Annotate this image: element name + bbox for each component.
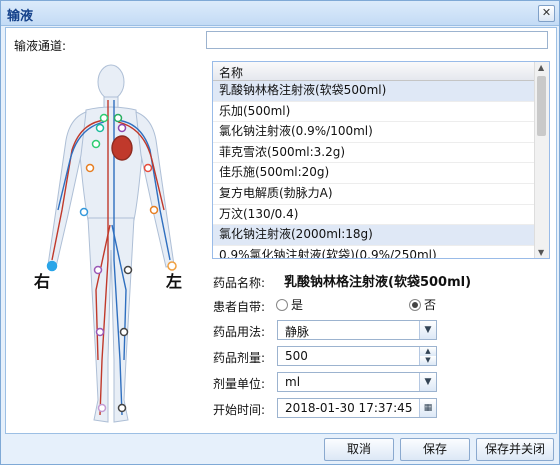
grid-scrollbar[interactable]: ▲ ▼ bbox=[534, 62, 549, 258]
right-side-label: 右 bbox=[34, 272, 51, 291]
unit-value: ml bbox=[285, 375, 301, 389]
title-bar[interactable]: 输液 ✕ bbox=[1, 1, 559, 26]
close-icon: ✕ bbox=[541, 6, 552, 19]
self-bring-yes-radio[interactable] bbox=[276, 299, 288, 311]
start-time-field[interactable]: 2018-01-30 17:37:45 ▦ bbox=[277, 398, 437, 418]
chevron-down-icon[interactable]: ▼ bbox=[419, 373, 436, 391]
drug-list-grid: 名称 乳酸钠林格注射液(软袋500ml) 乐加(500ml) 氯化钠注射液(0.… bbox=[212, 61, 550, 259]
spin-down-icon[interactable]: ▼ bbox=[419, 356, 436, 365]
table-row[interactable]: 菲克雪浓(500ml:3.2g) bbox=[213, 143, 535, 164]
calendar-icon[interactable]: ▦ bbox=[419, 399, 436, 417]
dose-label: 药品剂量: bbox=[213, 351, 266, 365]
infusion-channel-label: 输液通道: bbox=[14, 39, 67, 53]
body-diagram bbox=[46, 64, 177, 423]
table-row[interactable]: 万汶(130/0.4) bbox=[213, 205, 535, 226]
grid-header-name[interactable]: 名称 bbox=[213, 62, 535, 81]
spin-up-icon[interactable]: ▲ bbox=[419, 347, 436, 356]
chevron-down-icon[interactable]: ▼ bbox=[419, 321, 436, 339]
self-bring-yes-label: 是 bbox=[291, 298, 304, 312]
table-row[interactable]: 氯化钠注射液(0.9%/100ml) bbox=[213, 122, 535, 143]
save-button[interactable]: 保存 bbox=[400, 438, 470, 461]
table-row[interactable]: 佳乐施(500ml:20g) bbox=[213, 163, 535, 184]
scroll-thumb[interactable] bbox=[537, 76, 546, 136]
left-side-label: 左 bbox=[166, 272, 183, 291]
usage-select[interactable]: 静脉 ▼ bbox=[277, 320, 437, 340]
table-row[interactable]: 氯化钠注射液(2000ml:18g) bbox=[213, 225, 535, 246]
dialog-title: 输液 bbox=[7, 9, 34, 24]
body-silhouette bbox=[47, 64, 175, 423]
dose-stepper[interactable]: 500 ▲ ▼ bbox=[277, 346, 437, 366]
dialog-body: 输液通道: 右 左 名称 乳酸钠林格注射液(软袋500ml) 乐加(500ml)… bbox=[5, 27, 557, 434]
close-button[interactable]: ✕ bbox=[538, 5, 555, 22]
scroll-up-icon[interactable]: ▲ bbox=[538, 63, 544, 72]
usage-value: 静脉 bbox=[285, 325, 310, 339]
scroll-down-icon[interactable]: ▼ bbox=[538, 248, 544, 257]
save-and-close-button[interactable]: 保存并关闭 bbox=[476, 438, 554, 461]
self-bring-label: 患者自带: bbox=[213, 300, 266, 314]
self-bring-no-radio[interactable] bbox=[409, 299, 421, 311]
start-time-value: 2018-01-30 17:37:45 bbox=[285, 401, 413, 415]
cancel-button[interactable]: 取消 bbox=[324, 438, 394, 461]
dialog-footer: 取消 保存 保存并关闭 bbox=[1, 433, 559, 464]
drug-name-value: 乳酸钠林格注射液(软袋500ml) bbox=[284, 275, 472, 290]
table-row[interactable]: 乐加(500ml) bbox=[213, 102, 535, 123]
dose-value: 500 bbox=[285, 349, 308, 363]
start-time-label: 开始时间: bbox=[213, 403, 266, 417]
drug-name-label: 药品名称: bbox=[213, 276, 266, 290]
search-input[interactable] bbox=[206, 31, 548, 49]
table-row[interactable]: 0.9%氯化钠注射液(软袋)(0.9%/250ml) bbox=[213, 246, 535, 258]
usage-label: 药品用法: bbox=[213, 325, 266, 339]
grid-header-label: 名称 bbox=[219, 66, 244, 80]
grid-rows: 乳酸钠林格注射液(软袋500ml) 乐加(500ml) 氯化钠注射液(0.9%/… bbox=[213, 81, 535, 258]
table-row[interactable]: 复方电解质(勃脉力A) bbox=[213, 184, 535, 205]
unit-select[interactable]: ml ▼ bbox=[277, 372, 437, 392]
unit-label: 剂量单位: bbox=[213, 377, 266, 391]
infusion-dialog: 输液 ✕ 输液通道: 右 左 名称 乳酸钠林格注射液(软袋500ml) 乐加(5… bbox=[0, 0, 560, 465]
self-bring-no-label: 否 bbox=[424, 298, 437, 312]
table-row[interactable]: 乳酸钠林格注射液(软袋500ml) bbox=[213, 81, 535, 102]
